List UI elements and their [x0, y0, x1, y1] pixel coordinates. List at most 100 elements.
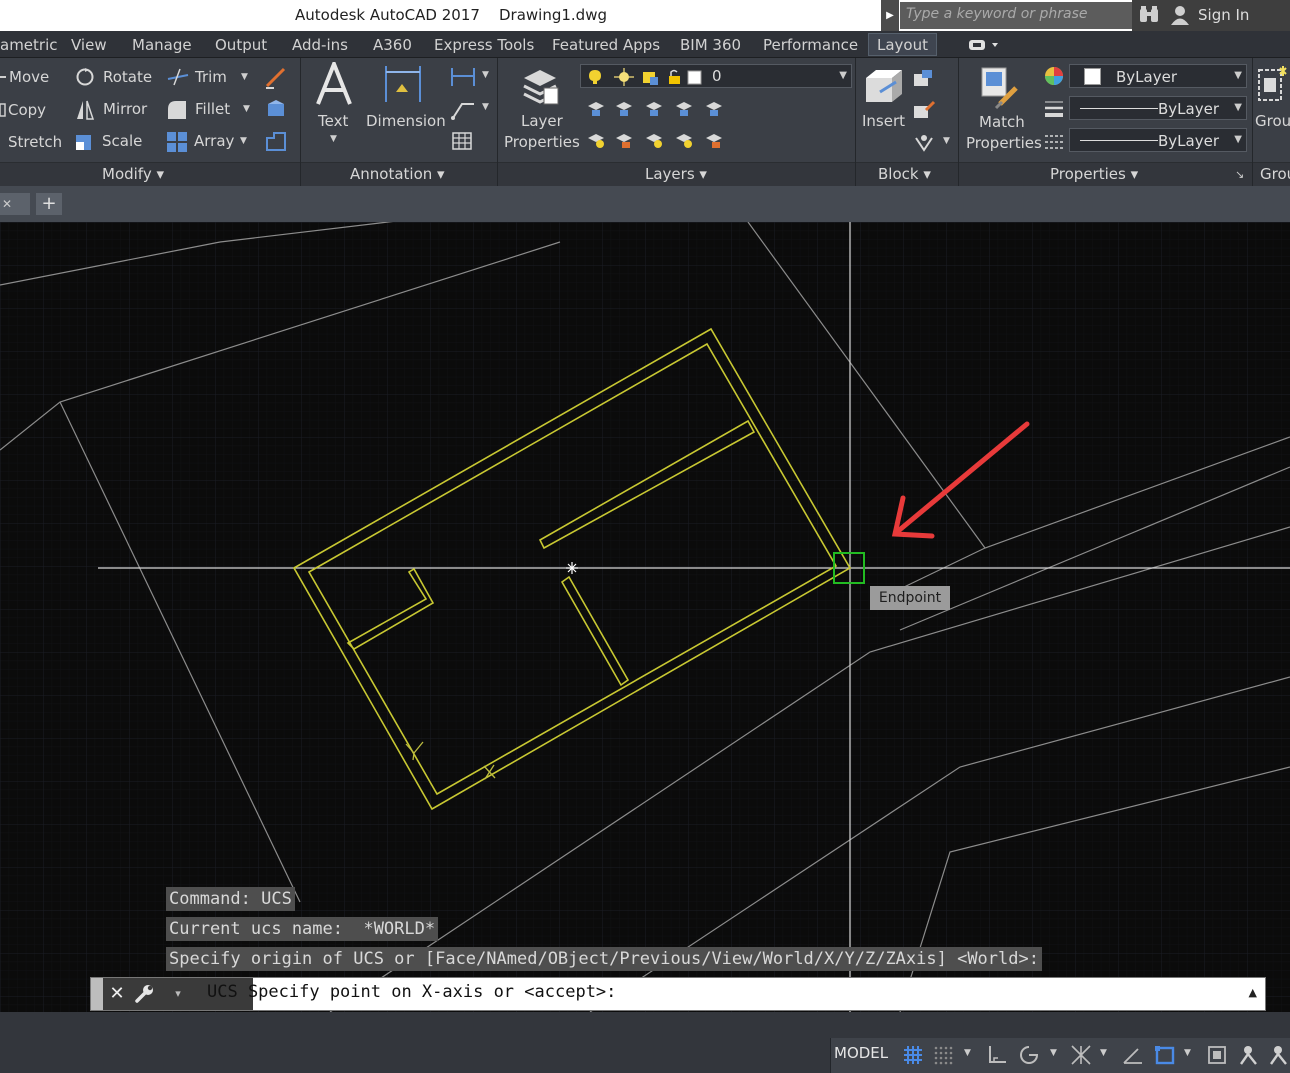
user-icon[interactable]: [1170, 4, 1190, 26]
ribbon-minimize-icon[interactable]: [968, 38, 1002, 52]
annotation-scale-icon[interactable]: [1238, 1044, 1260, 1066]
fillet-button[interactable]: Fillet: [195, 100, 230, 118]
modify-panel-title[interactable]: Modify ▾: [102, 165, 164, 183]
leader-dropdown-icon[interactable]: ▼: [482, 102, 489, 112]
erase-icon[interactable]: [264, 66, 288, 90]
trim-dropdown-icon[interactable]: ▼: [241, 72, 248, 82]
move-button[interactable]: Move: [9, 68, 49, 86]
grid-display-icon[interactable]: [902, 1044, 924, 1066]
sign-in-button[interactable]: Sign In: [1198, 6, 1249, 24]
linetype-icon[interactable]: [1044, 132, 1064, 152]
annotation-panel-title[interactable]: Annotation ▾: [350, 165, 445, 183]
polar-tracking-icon[interactable]: [1018, 1044, 1040, 1066]
properties-panel-title[interactable]: Properties ▾: [1050, 165, 1138, 183]
group-button[interactable]: Grou: [1255, 112, 1290, 130]
wrench-icon[interactable]: [133, 983, 155, 1005]
tab-output[interactable]: Output: [215, 36, 267, 54]
close-icon[interactable]: ✕: [107, 982, 127, 1006]
isodraft-icon[interactable]: [1122, 1044, 1144, 1066]
command-history-line: Specify origin of UCS or [Face/NAmed/OBj…: [166, 947, 1042, 971]
block-panel-title[interactable]: Block ▾: [878, 165, 931, 183]
tab-parametric[interactable]: ametric: [0, 36, 58, 54]
annotation-monitor-icon[interactable]: [1206, 1044, 1228, 1066]
selection-cycling-icon[interactable]: [1154, 1044, 1176, 1066]
osnap-dropdown-icon[interactable]: ▼: [1100, 1048, 1107, 1058]
trim-button[interactable]: Trim: [195, 68, 227, 86]
selection-dropdown-icon[interactable]: ▼: [1184, 1048, 1191, 1058]
text-button[interactable]: Text: [318, 112, 348, 130]
layer-state-icons: [589, 68, 702, 86]
snap-dropdown-icon[interactable]: ▼: [964, 1048, 971, 1058]
tab-layout[interactable]: Layout: [868, 33, 937, 56]
leader-icon[interactable]: [450, 98, 476, 120]
tab-a360[interactable]: A360: [373, 36, 412, 54]
layer-properties-label-2[interactable]: Properties: [504, 133, 580, 151]
tab-manage[interactable]: Manage: [132, 36, 192, 54]
fillet-dropdown-icon[interactable]: ▼: [243, 104, 250, 114]
endpoint-tooltip: Endpoint: [870, 586, 950, 610]
new-tab-plus-icon[interactable]: +: [36, 193, 62, 215]
block-attribute-dropdown-icon[interactable]: ▼: [943, 136, 950, 146]
command-history-toggle-icon[interactable]: ▲: [1249, 986, 1257, 999]
array-dropdown-icon[interactable]: ▼: [240, 136, 247, 146]
tab-performance[interactable]: Performance: [763, 36, 858, 54]
search-expand-icon[interactable]: ▶: [881, 0, 899, 31]
command-line[interactable]: ✕ ▾ UCS Specify point on X-axis or <acce…: [90, 977, 1266, 1011]
match-properties-label-1[interactable]: Match: [979, 113, 1025, 131]
match-properties-label-2[interactable]: Properties: [966, 134, 1042, 152]
linear-dimension-icon[interactable]: [450, 66, 476, 88]
offset-icon[interactable]: [264, 130, 288, 154]
search-input[interactable]: Type a keyword or phrase: [900, 2, 1132, 29]
layer-tools-row2-icons[interactable]: [584, 130, 732, 150]
command-input[interactable]: UCS Specify point on X-axis or <accept>:: [207, 982, 616, 1002]
tab-view[interactable]: View: [71, 36, 107, 54]
dimension-icon: [385, 66, 421, 102]
polar-dropdown-icon[interactable]: ▼: [1050, 1048, 1057, 1058]
layers-panel-title[interactable]: Layers ▾: [645, 165, 707, 183]
command-line-grip[interactable]: [91, 978, 103, 1010]
lineweight-dropdown[interactable]: ByLayer ▼: [1069, 128, 1247, 152]
current-layer-name: 0: [712, 67, 722, 85]
ortho-mode-icon[interactable]: [986, 1044, 1008, 1066]
lineweight-icon[interactable]: [1044, 99, 1064, 119]
text-dropdown-icon[interactable]: ▼: [330, 134, 337, 144]
dimension-button[interactable]: Dimension: [366, 112, 446, 130]
create-block-icon[interactable]: [912, 68, 936, 88]
stretch-button[interactable]: Stretch: [8, 133, 62, 151]
tab-featured-apps[interactable]: Featured Apps: [552, 36, 660, 54]
edit-block-icon[interactable]: [912, 100, 936, 120]
recent-commands-icon[interactable]: ▾: [163, 982, 193, 1006]
block-attribute-icon[interactable]: [914, 132, 934, 152]
layer-properties-label-1[interactable]: Layer: [521, 112, 563, 130]
explode-icon[interactable]: [264, 98, 288, 122]
copy-button[interactable]: Copy: [8, 101, 46, 119]
array-button[interactable]: Array: [194, 132, 234, 150]
layer-tools-row1-icons[interactable]: [584, 98, 732, 118]
linetype-dropdown-arrow: ▼: [1234, 102, 1242, 113]
insert-button[interactable]: Insert: [862, 112, 905, 130]
scale-icon: [76, 135, 91, 150]
linetype-sample: [1080, 108, 1158, 109]
object-snap-tracking-icon[interactable]: [1070, 1044, 1092, 1066]
annotation-visibility-icon[interactable]: [1268, 1044, 1290, 1066]
rotate-button[interactable]: Rotate: [103, 68, 152, 86]
close-file-tab-icon[interactable]: ✕: [0, 193, 30, 215]
model-space-button[interactable]: MODEL: [834, 1044, 888, 1062]
snap-mode-icon[interactable]: [932, 1044, 954, 1066]
layer-dropdown[interactable]: 0 ▼: [580, 64, 852, 88]
color-dropdown[interactable]: ByLayer ▼: [1069, 64, 1247, 88]
tab-add-ins[interactable]: Add-ins: [292, 36, 348, 54]
linear-dropdown-icon[interactable]: ▼: [482, 70, 489, 80]
table-icon[interactable]: [452, 132, 472, 150]
tab-bim-360[interactable]: BIM 360: [680, 36, 741, 54]
properties-launcher-icon[interactable]: ↘: [1235, 168, 1244, 181]
groups-panel-title[interactable]: Grou: [1260, 165, 1290, 183]
color-wheel-icon[interactable]: [1044, 66, 1064, 86]
scale-button[interactable]: Scale: [102, 132, 142, 150]
linetype-dropdown[interactable]: ByLayer ▼: [1069, 96, 1247, 120]
tab-express-tools[interactable]: Express Tools: [434, 36, 534, 54]
array-icon: [167, 132, 187, 152]
fillet-icon: [168, 101, 186, 119]
binoculars-icon[interactable]: [1138, 5, 1160, 25]
mirror-button[interactable]: Mirror: [103, 100, 147, 118]
